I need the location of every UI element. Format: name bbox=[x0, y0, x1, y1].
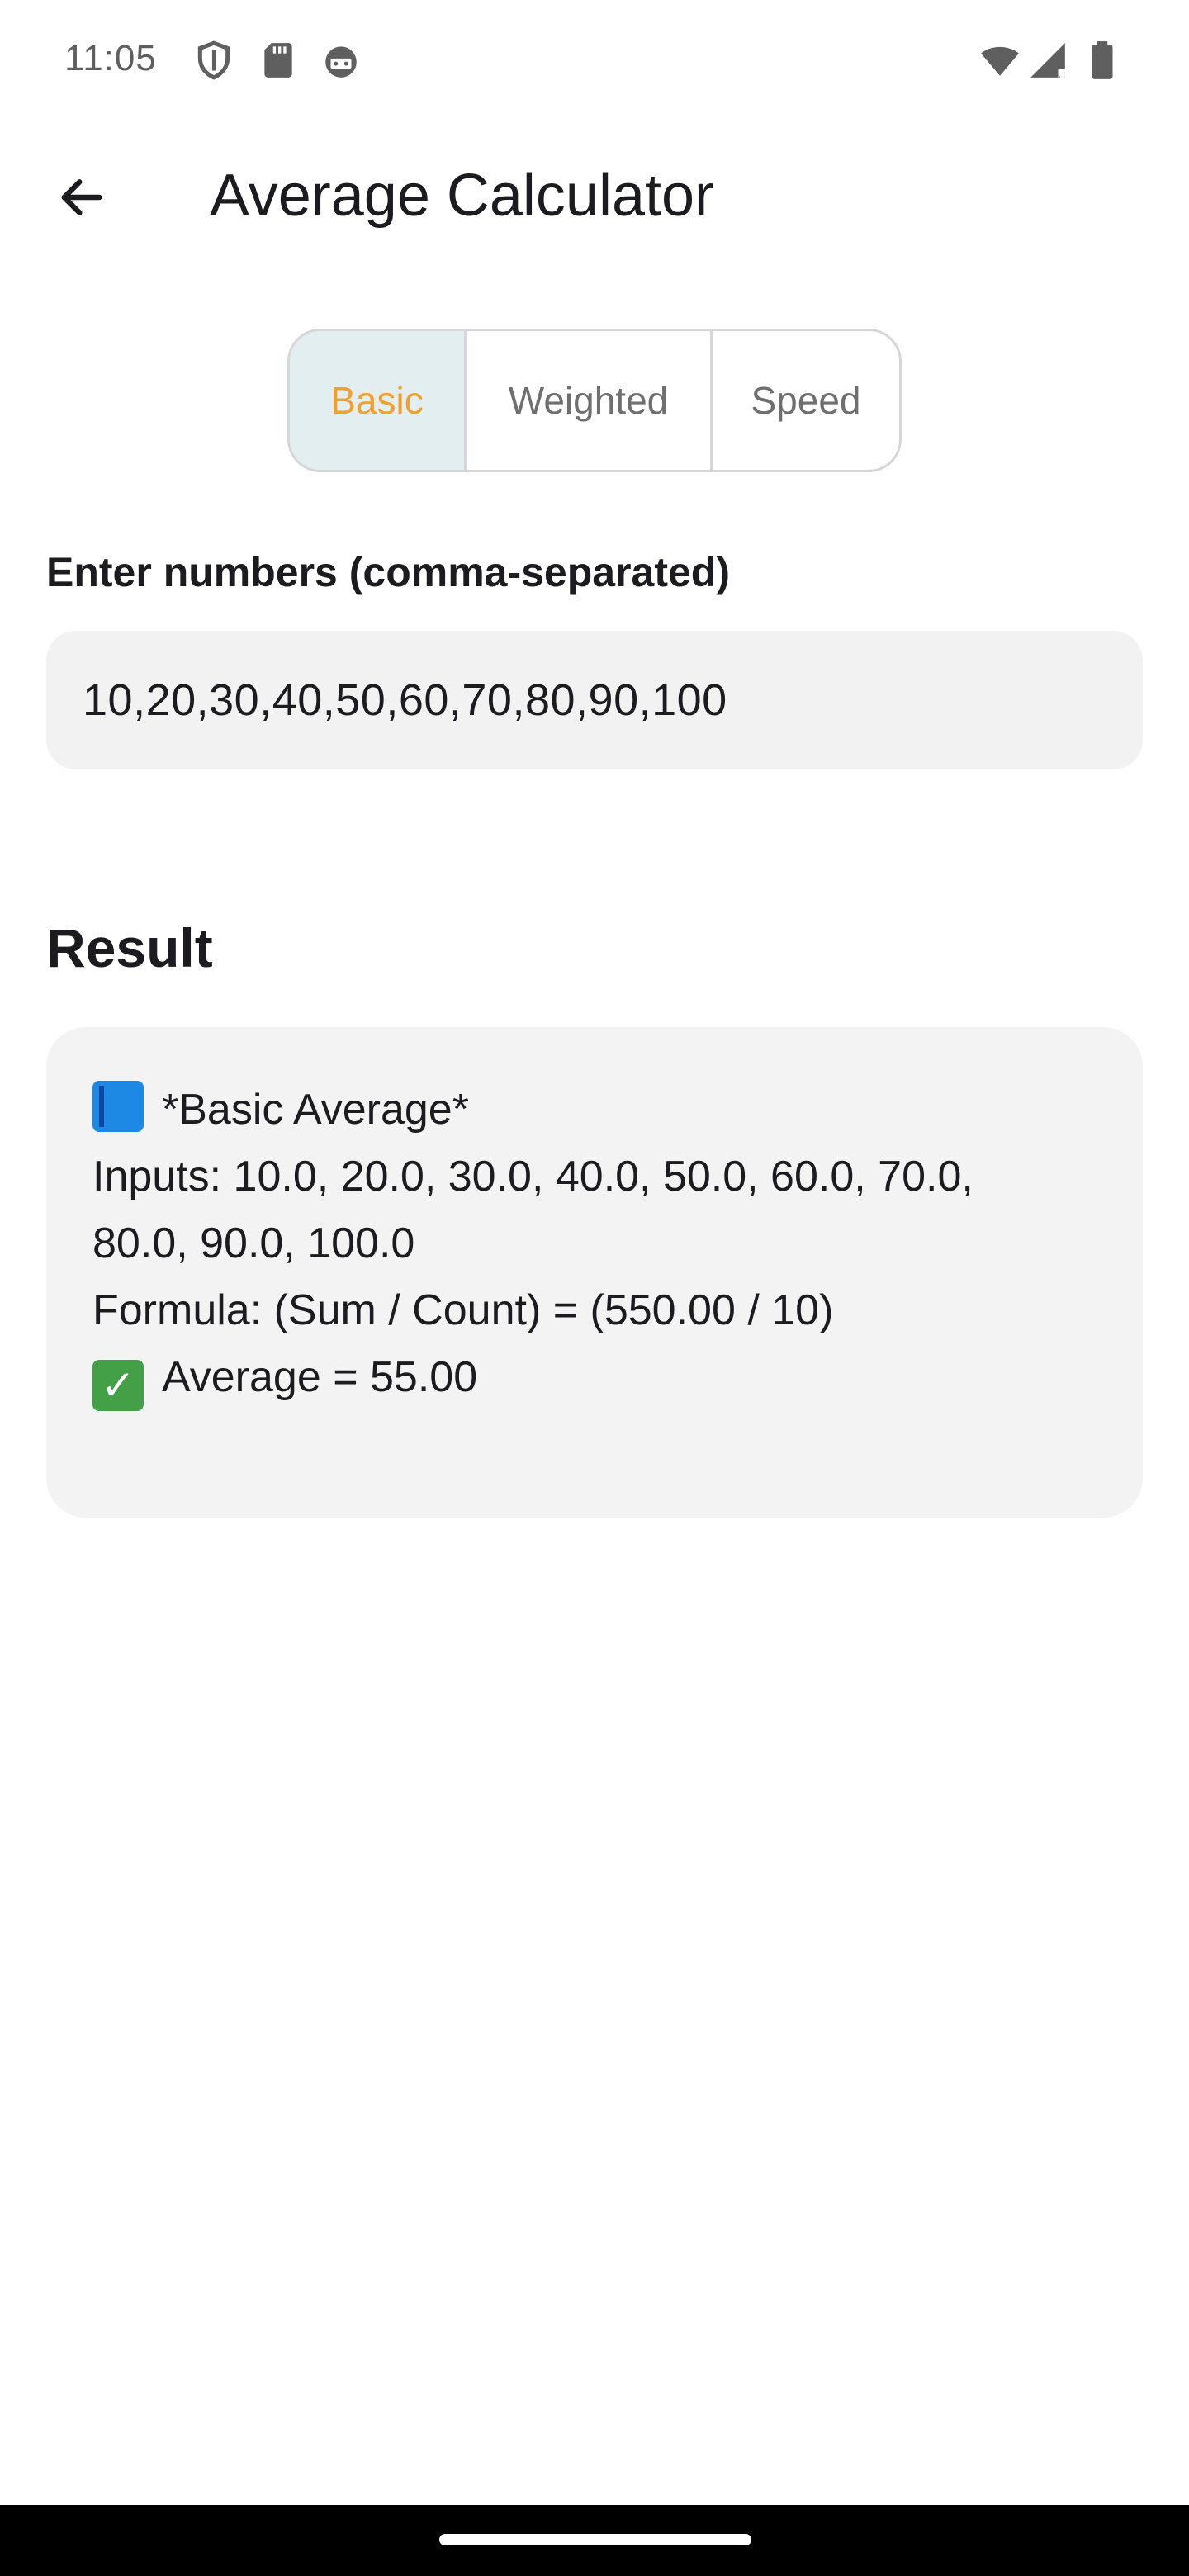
arrow-back-icon bbox=[61, 179, 102, 215]
status-bar: 11:05 bbox=[0, 0, 1189, 124]
numbers-input[interactable]: 10,20,30,40,50,60,70,80,90,100 bbox=[46, 631, 1143, 769]
android-debug-icon bbox=[320, 40, 362, 81]
result-title-line: *Basic Average* bbox=[92, 1077, 1097, 1144]
home-gesture-handle[interactable] bbox=[439, 2534, 751, 2545]
battery-icon bbox=[1082, 40, 1123, 81]
numbers-input-value: 10,20,30,40,50,60,70,80,90,100 bbox=[83, 675, 727, 725]
result-formula: Formula: (Sum / Count) = (550.00 / 10) bbox=[92, 1286, 834, 1334]
check-mark-icon: ✓ bbox=[92, 1360, 144, 1411]
status-time: 11:05 bbox=[64, 38, 157, 78]
result-inputs-line-2: 80.0, 90.0, 100.0 bbox=[92, 1219, 415, 1267]
blue-book-icon bbox=[92, 1081, 144, 1132]
sd-card-icon bbox=[258, 40, 299, 81]
result-inputs-line-1: Inputs: 10.0, 20.0, 30.0, 40.0, 50.0, 60… bbox=[92, 1153, 973, 1200]
cell-signal-icon bbox=[1027, 40, 1068, 81]
result-answer-line: ✓ Average = 55.00 bbox=[92, 1344, 1097, 1411]
page-title: Average Calculator bbox=[210, 163, 715, 229]
mode-segmented-control: Basic Weighted Speed bbox=[287, 329, 902, 472]
tab-weighted[interactable]: Weighted bbox=[467, 331, 713, 470]
result-card: *Basic Average* Inputs: 10.0, 20.0, 30.0… bbox=[46, 1027, 1143, 1518]
result-title: *Basic Average* bbox=[162, 1086, 469, 1134]
back-button[interactable] bbox=[46, 162, 117, 233]
numbers-input-label: Enter numbers (comma-separated) bbox=[46, 549, 731, 595]
tab-speed[interactable]: Speed bbox=[713, 331, 899, 470]
shield-icon bbox=[193, 40, 234, 81]
tab-basic[interactable]: Basic bbox=[290, 331, 467, 470]
result-heading: Result bbox=[46, 917, 213, 978]
screen: 11:05 Average Calculator Basic Weighted … bbox=[0, 0, 1189, 2576]
wifi-icon bbox=[979, 40, 1021, 81]
result-answer: Average = 55.00 bbox=[162, 1353, 478, 1401]
